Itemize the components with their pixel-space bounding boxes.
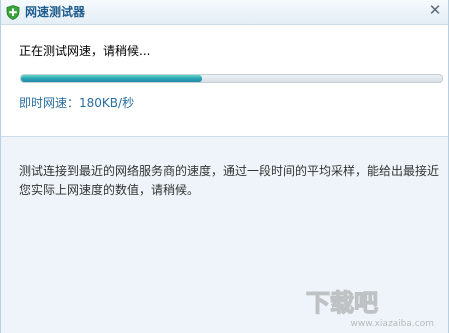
progress-fill [21, 75, 203, 82]
instant-speed-value: 180KB/秒 [79, 96, 135, 110]
close-button[interactable]: ✕ [426, 1, 444, 19]
speed-test-window: 网速测试器 ✕ 正在测试网速，请稍候... 即时网速：180KB/秒 测试连接到… [0, 0, 449, 333]
shield-plus-icon [6, 5, 20, 20]
watermark: 下载吧 www.xiazaiba.com [304, 287, 434, 329]
progress-bar [20, 74, 443, 83]
title-bar[interactable]: 网速测试器 ✕ [1, 0, 448, 25]
info-text: 测试连接到最近的网络服务商的速度，通过一段时间的平均采样，能给出最接近您实际上网… [19, 164, 440, 197]
watermark-logo: 下载吧 [305, 288, 378, 315]
watermark-url: www.xiazaiba.com [350, 319, 434, 329]
instant-speed: 即时网速：180KB/秒 [19, 96, 134, 110]
status-text: 正在测试网速，请稍候... [19, 44, 151, 58]
window-title: 网速测试器 [25, 5, 86, 19]
watermark-logo-text: 下载吧 [306, 289, 378, 315]
instant-speed-label: 即时网速： [19, 96, 80, 110]
close-icon: ✕ [428, 1, 442, 19]
